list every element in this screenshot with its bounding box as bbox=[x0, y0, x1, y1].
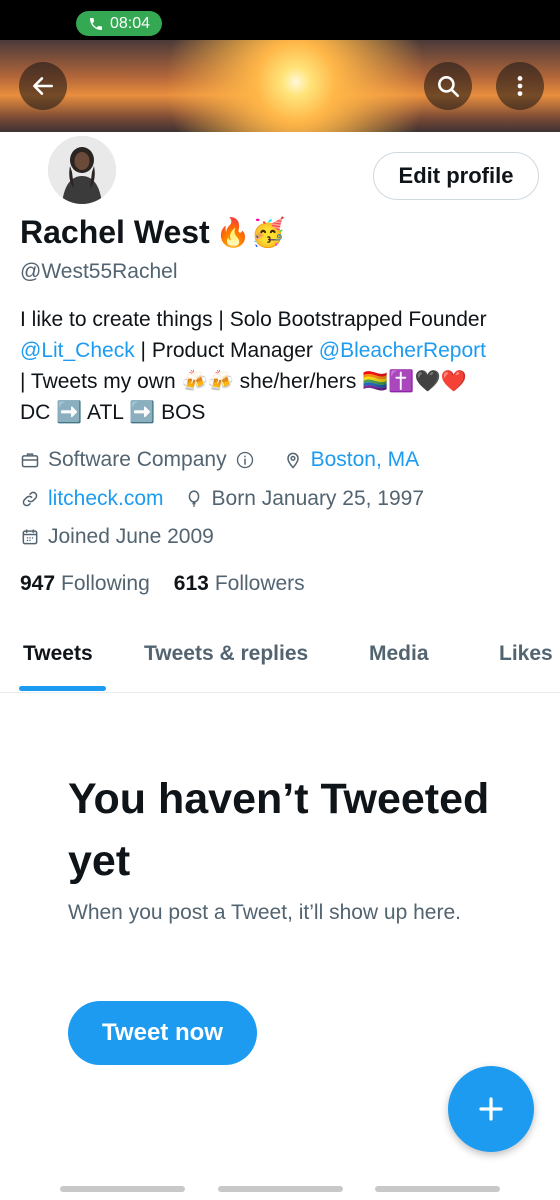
bio-line-1: I like to create things | Solo Bootstrap… bbox=[20, 308, 487, 331]
followers-stat[interactable]: 613 Followers bbox=[174, 572, 305, 596]
avatar[interactable] bbox=[44, 132, 120, 208]
tab-media[interactable]: Media bbox=[369, 642, 429, 666]
followers-count: 613 bbox=[173, 572, 209, 595]
ongoing-call-pill[interactable]: 08:04 bbox=[76, 11, 162, 36]
avatar-photo bbox=[48, 136, 116, 204]
following-stat[interactable]: 947 Following bbox=[20, 572, 150, 596]
bio-text: | Tweets my own bbox=[20, 370, 176, 393]
more-vertical-icon bbox=[517, 76, 523, 96]
arrow-right-emoji: ➡️ bbox=[56, 401, 83, 424]
mention-lit-check[interactable]: @Lit_Check bbox=[20, 339, 135, 362]
nav-indicator bbox=[375, 1186, 500, 1192]
following-count: 947 bbox=[20, 572, 56, 595]
profile-website[interactable]: litcheck.com bbox=[48, 487, 164, 511]
bio-emojis: 🏳️‍🌈✝️🖤❤️ bbox=[362, 370, 467, 393]
profile-tabs: Tweets Tweets & replies Media Likes bbox=[0, 630, 560, 693]
active-tab-indicator bbox=[19, 686, 106, 691]
profile-name-row: Rachel West 🔥🥳 bbox=[20, 214, 285, 251]
pronouns: she/her/hers bbox=[239, 370, 357, 393]
empty-state-title: You haven’t Tweeted yet bbox=[68, 775, 490, 885]
location-pin-icon bbox=[286, 452, 299, 469]
followers-label: Followers bbox=[214, 572, 305, 595]
nav-indicator bbox=[218, 1186, 343, 1192]
bio-bos: BOS bbox=[161, 401, 206, 424]
meta-row-3: Joined June 2009 bbox=[20, 525, 214, 549]
nav-indicator bbox=[60, 1186, 185, 1192]
bio-line-4: DC ➡️ ATL ➡️ BOS bbox=[20, 397, 545, 428]
bio-line-2: @Lit_Check | Product Manager @BleacherRe… bbox=[20, 335, 545, 366]
profile-handle: @West55Rachel bbox=[20, 260, 178, 283]
profile-category: Software Company bbox=[48, 448, 227, 471]
arrow-left-icon bbox=[33, 77, 53, 95]
bio-atl: ATL bbox=[87, 401, 124, 424]
profile-joined: Joined June 2009 bbox=[48, 525, 214, 548]
cheers-emoji: 🍻🍻 bbox=[181, 370, 234, 393]
tab-tweets-replies[interactable]: Tweets & replies bbox=[144, 642, 308, 666]
plus-icon bbox=[479, 1097, 503, 1121]
mention-bleacher-report[interactable]: @BleacherReport bbox=[319, 339, 486, 362]
compose-tweet-button[interactable] bbox=[448, 1066, 534, 1152]
bio-line-3: | Tweets my own 🍻🍻 she/her/hers 🏳️‍🌈✝️🖤❤… bbox=[20, 366, 545, 397]
tweet-now-button[interactable]: Tweet now bbox=[68, 1001, 257, 1065]
status-bar: 08:04 bbox=[0, 0, 560, 40]
follow-stats: 947 Following 613 Followers bbox=[20, 572, 305, 596]
tab-tweets[interactable]: Tweets bbox=[23, 642, 93, 666]
search-button[interactable] bbox=[424, 62, 472, 110]
following-label: Following bbox=[61, 572, 150, 595]
profile-banner[interactable] bbox=[0, 40, 560, 132]
balloon-icon bbox=[188, 490, 199, 507]
calendar-icon bbox=[22, 529, 38, 545]
search-icon bbox=[438, 76, 460, 98]
info-icon[interactable] bbox=[235, 450, 255, 470]
phone-icon bbox=[89, 17, 102, 30]
arrow-right-emoji: ➡️ bbox=[129, 401, 156, 424]
name-emojis: 🔥🥳 bbox=[215, 217, 286, 248]
profile-birthday: Born January 25, 1997 bbox=[211, 487, 425, 510]
bio-dc: DC bbox=[20, 401, 51, 424]
meta-row-2: litcheck.com Born January 25, 1997 bbox=[20, 487, 424, 511]
tab-likes[interactable]: Likes bbox=[499, 642, 553, 666]
edit-profile-button[interactable]: Edit profile bbox=[373, 152, 539, 200]
bottom-navigation-bar bbox=[0, 1176, 560, 1200]
call-time: 08:04 bbox=[109, 14, 151, 32]
empty-state-subtitle: When you post a Tweet, it’ll show up her… bbox=[68, 901, 461, 924]
profile-location[interactable]: Boston, MA bbox=[311, 448, 420, 472]
bio-text: | Product Manager bbox=[134, 339, 319, 362]
briefcase-icon bbox=[21, 453, 39, 468]
link-icon bbox=[22, 491, 38, 507]
back-button[interactable] bbox=[19, 62, 67, 110]
profile-bio: I like to create things | Solo Bootstrap… bbox=[20, 304, 545, 428]
more-button[interactable] bbox=[496, 62, 544, 110]
meta-row-1: Software Company Boston, MA bbox=[20, 448, 419, 472]
profile-name: Rachel West bbox=[20, 214, 210, 250]
